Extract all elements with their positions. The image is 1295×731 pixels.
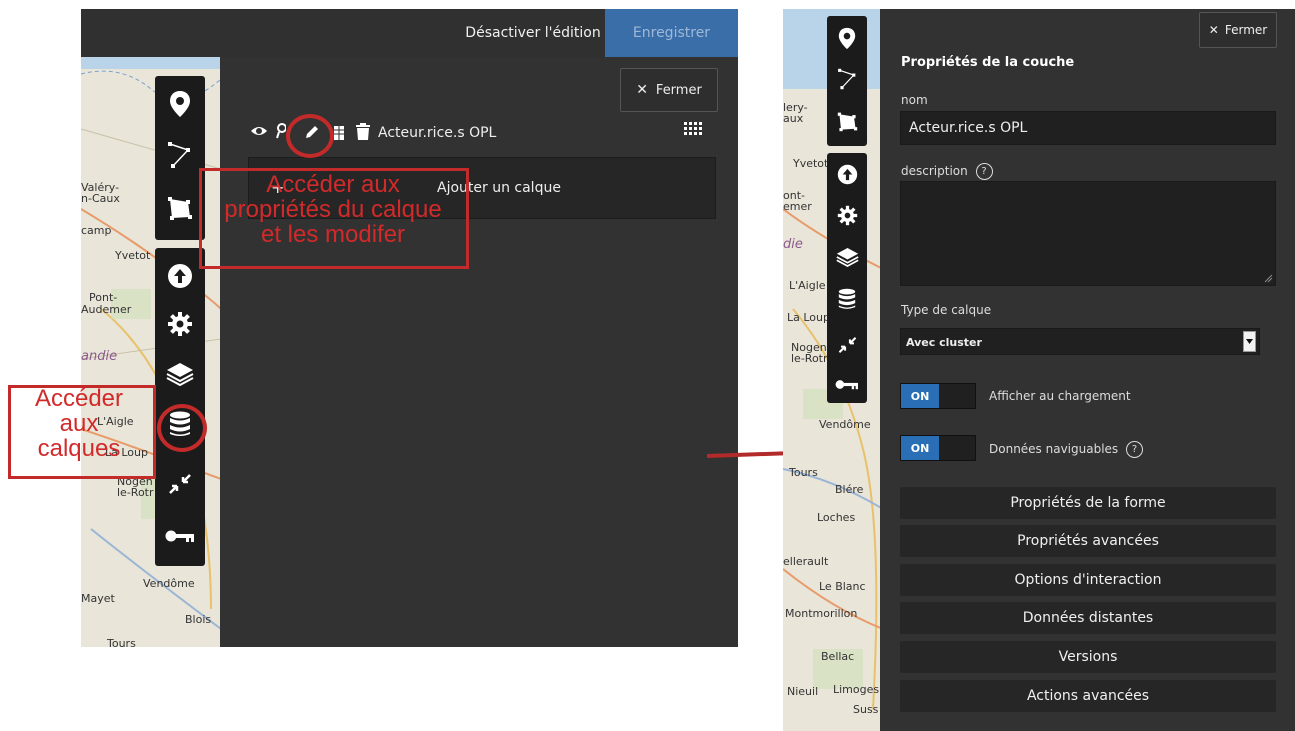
map-label: Limoges: [833, 683, 880, 696]
map-label: Yvetot: [115, 249, 151, 262]
layers-stack-icon[interactable]: [827, 240, 867, 274]
close-label: Fermer: [655, 82, 702, 98]
description-label-text: description: [901, 164, 968, 178]
upload-icon[interactable]: [827, 158, 867, 190]
map-label: L'Aigle: [789, 279, 826, 292]
map-label: le-Rotr: [791, 352, 828, 365]
map-label: andie: [81, 349, 118, 364]
save-button[interactable]: Enregistrer: [605, 9, 738, 57]
layers-stack-icon[interactable]: [155, 354, 205, 394]
map-label: Yvetot: [793, 157, 829, 170]
close-button[interactable]: ✕ Fermer: [1199, 12, 1277, 48]
polyline-icon[interactable]: [827, 62, 867, 96]
marker-icon[interactable]: [827, 22, 867, 54]
help-icon[interactable]: ?: [975, 163, 993, 180]
annotation-line: Accéder: [34, 385, 124, 412]
shape-properties-button[interactable]: Propriétés de la forme: [900, 487, 1276, 519]
layer-type-value: Avec cluster: [906, 336, 982, 349]
annotation-line: calques: [37, 435, 121, 463]
close-icon: ✕: [1208, 23, 1219, 37]
help-icon[interactable]: ?: [1126, 441, 1144, 458]
map-label: aux: [783, 112, 804, 125]
annotation-line: aux: [59, 410, 99, 438]
polygon-icon[interactable]: [827, 104, 867, 138]
grid-icon[interactable]: [684, 122, 704, 142]
resize-handle-icon[interactable]: [1263, 273, 1273, 283]
close-icon: ✕: [636, 82, 648, 98]
interaction-options-button[interactable]: Options d'interaction: [900, 564, 1276, 596]
gear-icon[interactable]: [155, 304, 205, 344]
map-label: camp: [81, 224, 112, 237]
chevron-down-icon[interactable]: [1243, 331, 1256, 352]
zoom-icon[interactable]: [276, 123, 287, 143]
collapse-icon[interactable]: [827, 328, 867, 362]
annotation-line: propriétés du calque: [224, 196, 442, 224]
map-label: Blére: [835, 483, 864, 496]
name-value: Acteur.rice.s OPL: [909, 120, 1028, 136]
map-label: Bellac: [821, 650, 855, 663]
map-label: le-Rotr: [117, 486, 154, 499]
map-label: Tours: [107, 637, 136, 647]
collapse-icon[interactable]: [155, 464, 205, 504]
advanced-actions-button[interactable]: Actions avancées: [900, 680, 1276, 712]
layers-annotation-text: Accéder aux calques: [4, 386, 154, 462]
map-label: n-Caux: [81, 192, 120, 205]
panel-title: Propriétés de la couche: [901, 55, 1075, 70]
name-input[interactable]: Acteur.rice.s OPL: [900, 111, 1276, 145]
toggle-on-label: ON: [901, 384, 939, 408]
map-label: emer: [783, 200, 812, 213]
gear-icon[interactable]: [827, 198, 867, 232]
disable-edit-button[interactable]: Désactiver l'édition: [463, 9, 603, 57]
map-label: Montmorillon: [785, 607, 858, 620]
settings-toolbar-right: [827, 153, 867, 403]
browsable-label: Données naviguables ?: [989, 441, 1144, 458]
close-label: Fermer: [1224, 23, 1268, 37]
map-label: Blois: [185, 613, 212, 626]
map-label: Vendôme: [143, 577, 195, 590]
map-label: die: [783, 237, 803, 252]
properties-annotation-text: Accéder aux propriétés du calque et les …: [196, 172, 470, 248]
layer-type-select[interactable]: Avec cluster: [900, 328, 1260, 355]
show-on-load-label: Afficher au chargement: [989, 389, 1131, 403]
map-label: Loches: [817, 511, 856, 524]
map-label: Mayet: [81, 592, 115, 605]
map-label: Nieuil: [787, 685, 819, 698]
polyline-icon[interactable]: [155, 133, 205, 177]
toggle-on-label: ON: [901, 436, 939, 460]
edit-highlight-ring: [286, 114, 334, 158]
map-label: Le Blanc: [819, 580, 866, 593]
annotation-line: et les modifer: [260, 221, 406, 249]
table-icon[interactable]: [334, 126, 344, 144]
map-label: Audemer: [81, 303, 132, 316]
upload-icon[interactable]: [155, 256, 205, 296]
database-icon[interactable]: [827, 282, 867, 316]
description-label: description ?: [901, 163, 993, 180]
advanced-properties-button[interactable]: Propriétés avancées: [900, 525, 1276, 557]
layers-highlight-ring: [157, 404, 207, 452]
remote-data-button[interactable]: Données distantes: [900, 602, 1276, 634]
show-on-load-toggle[interactable]: ON: [900, 383, 976, 409]
key-icon[interactable]: [827, 370, 867, 398]
layer-name: Acteur.rice.s OPL: [378, 125, 497, 141]
browsable-label-text: Données naviguables: [989, 442, 1119, 456]
map-label: Vendôme: [819, 418, 871, 431]
layer-type-label: Type de calque: [901, 303, 992, 317]
close-button[interactable]: ✕ Fermer: [620, 68, 718, 112]
name-label: nom: [901, 93, 928, 107]
key-icon[interactable]: [155, 518, 205, 554]
map-label: Tours: [789, 466, 818, 479]
versions-button[interactable]: Versions: [900, 641, 1276, 673]
map-label: Suss: [853, 703, 879, 716]
trash-icon[interactable]: [356, 123, 370, 144]
browsable-toggle[interactable]: ON: [900, 435, 976, 461]
description-textarea[interactable]: [900, 181, 1276, 286]
annotation-line: Accéder aux: [266, 171, 400, 198]
eye-icon[interactable]: [250, 124, 268, 142]
marker-icon[interactable]: [155, 84, 205, 124]
map-label: ellerault: [783, 555, 829, 568]
